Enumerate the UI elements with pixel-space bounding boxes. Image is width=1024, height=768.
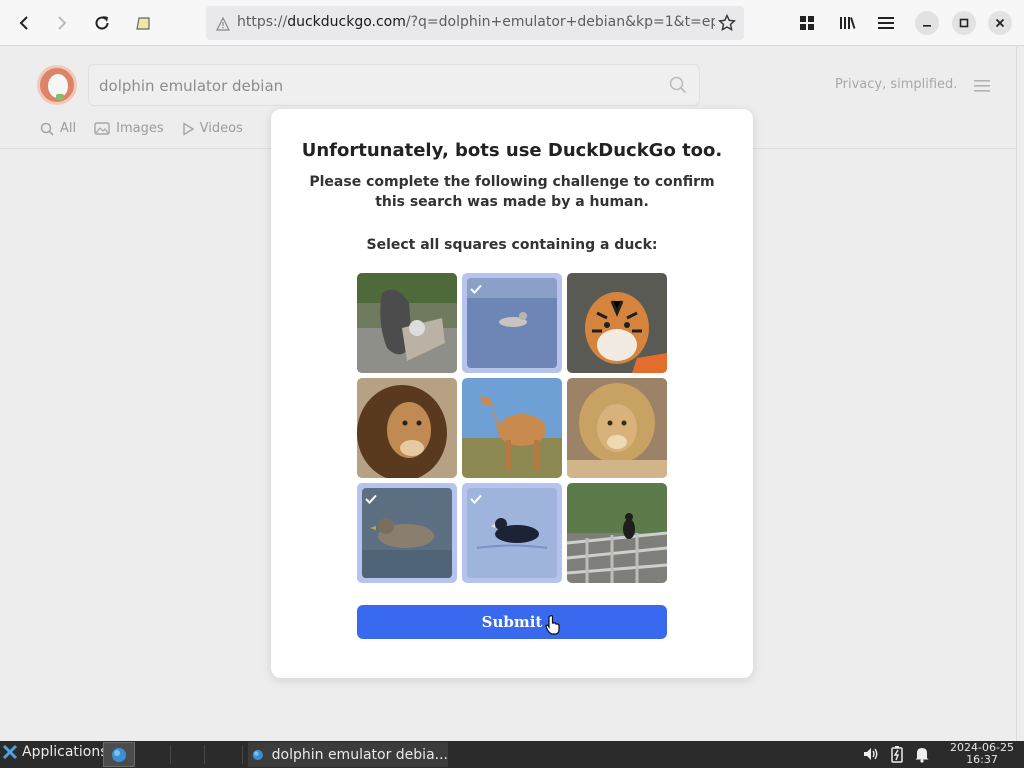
search-icon[interactable] [669,76,687,98]
challenge-title: Unfortunately, bots use DuckDuckGo too. [301,140,723,161]
checkmark-icon [470,279,482,298]
search-input[interactable]: dolphin emulator debian [99,77,283,95]
tile-duck-swimming-1[interactable] [462,273,562,373]
library-button[interactable] [832,8,862,38]
applications-menu[interactable]: Applications [2,744,108,760]
tile-camel[interactable] [462,378,562,478]
notification-bell-icon[interactable] [914,745,930,767]
tile-bird-perched[interactable] [357,273,457,373]
bird-on-fence-image [567,483,667,583]
submit-button[interactable]: Submit [357,605,667,639]
tile-duck-swimming-2[interactable] [357,483,457,583]
insecure-warning-icon[interactable] [216,16,230,35]
browser-toolbar: https://duckduckgo.com/?q=dolphin+emulat… [0,0,1024,46]
battery-icon[interactable] [890,745,904,767]
chevron-left-icon [19,16,28,30]
page-scrollbar[interactable] [1016,47,1024,741]
challenge-subtitle: Please complete the following challenge … [309,174,715,210]
ddg-menu-icon[interactable] [974,77,990,96]
grid-icon [800,16,814,30]
library-icon [840,17,856,29]
close-button[interactable] [988,11,1012,35]
tab-icon [136,17,150,30]
globe-icon [252,749,263,760]
mouse-pointer-icon [545,615,561,639]
tile-coot-swimming[interactable] [462,483,562,583]
lion-image [567,378,667,478]
url-text[interactable]: https://duckduckgo.com/?q=dolphin+emulat… [237,14,715,30]
search-box[interactable]: dolphin emulator debian [88,64,700,106]
applications-label: Applications [22,744,108,760]
tile-bird-on-fence[interactable] [567,483,667,583]
chevron-right-icon [58,16,67,30]
window-title: dolphin emulator debia... [271,746,448,763]
taskbar-separator [204,745,205,764]
tab-images[interactable]: Images [94,121,164,136]
close-icon [995,18,1005,28]
volume-icon[interactable] [862,745,880,767]
maximize-button[interactable] [952,11,976,35]
tab-all[interactable]: All [40,121,76,136]
tile-tiger[interactable] [567,273,667,373]
taskbar: Applications dolphin emulator debia... 2… [0,741,1024,768]
new-tab-button[interactable] [128,8,158,38]
main-menu-button[interactable] [871,8,901,38]
tab-videos[interactable]: Videos [182,121,243,136]
clock[interactable]: 2024-06-25 16:37 [946,742,1018,766]
privacy-tagline: Privacy, simplified. [835,77,958,92]
bird-perched-image [357,273,457,373]
minimize-button[interactable] [915,11,939,35]
maximize-icon [959,18,969,28]
search-tabs: All Images Videos [40,121,243,136]
tiger-image [567,273,667,373]
search-icon [40,122,54,136]
checkmark-icon [365,489,377,508]
system-tray [862,745,930,767]
reload-icon [95,16,109,30]
image-icon [94,122,110,135]
tile-lion-1[interactable] [357,378,457,478]
xfce-logo-icon [2,744,18,760]
taskbar-separator [242,745,243,764]
bookmark-star-icon[interactable] [717,13,737,36]
back-button[interactable] [9,8,39,38]
clock-time: 16:37 [966,753,998,766]
taskbar-separator [170,745,171,764]
browser-launcher[interactable] [103,742,135,767]
tab-overview-button[interactable] [792,8,822,38]
image-grid [357,273,667,583]
reload-button[interactable] [87,8,117,38]
hamburger-icon [878,17,894,29]
bot-challenge-modal: Unfortunately, bots use DuckDuckGo too. … [271,109,753,678]
camel-image [462,378,562,478]
address-bar[interactable]: https://duckduckgo.com/?q=dolphin+emulat… [206,6,744,40]
play-icon [182,121,194,136]
duckduckgo-logo[interactable] [37,65,77,105]
globe-icon [112,747,126,762]
lion-image [357,378,457,478]
checkmark-icon [470,489,482,508]
tile-lion-2[interactable] [567,378,667,478]
forward-button[interactable] [47,8,77,38]
minimize-icon [923,25,931,27]
challenge-prompt: Select all squares containing a duck: [366,237,658,253]
taskbar-window-button[interactable]: dolphin emulator debia... [248,742,448,767]
